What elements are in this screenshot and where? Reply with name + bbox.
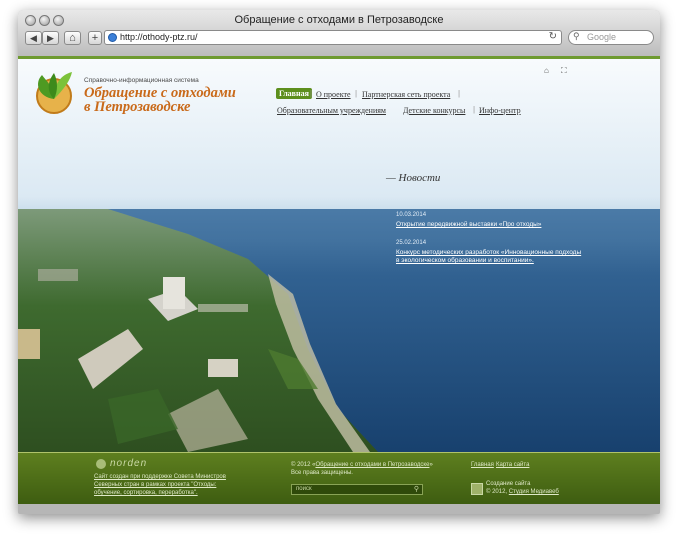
logo-title-line1: Обращение с отходами [84,85,236,101]
browser-search-input[interactable]: ⚲ Google [568,30,654,45]
nav-home[interactable]: Главная [276,88,312,99]
forward-button[interactable]: ▶ [42,31,59,45]
home-icon: ⌂ [69,32,76,44]
globe-icon [108,33,117,42]
logo-subtitle: Справочно-информационная система [84,77,199,84]
nav-separator: | [473,105,476,114]
address-bar[interactable]: http://othody-ptz.ru/ ↻ [104,30,562,45]
site-search-placeholder: поиск [296,486,312,492]
bottom-strip [18,504,660,514]
footer-link-home[interactable]: Главная [471,461,494,469]
nav-about[interactable]: О проекте [316,90,351,99]
nav-separator: | [310,89,313,98]
search-icon[interactable]: ⚲ [414,485,419,493]
logo-title-line2: в Петрозаводске [84,99,191,115]
nav-partners[interactable]: Партнерская сеть проекта [362,90,450,99]
studio-credit: © 2012, Студия Медиавеб [486,488,559,496]
home-button[interactable]: ⌂ [64,31,81,45]
news-link[interactable]: Открытие передвижной выставки «Про отход… [396,221,541,229]
search-icon: ⚲ [573,31,580,41]
rights-text: Все права защищены. [291,470,353,476]
news-link-line1: Конкурс методических разработок «Инновац… [396,249,582,256]
footer-link-sitemap[interactable]: Карта сайта [496,461,529,469]
forward-icon: ▶ [47,33,54,43]
copyright-prefix: © 2012 « [291,462,316,468]
plus-icon: + [91,32,99,44]
support-line1: Сайт создан при поддержке Совета Министр… [94,474,226,480]
news-heading: — Новости [386,172,441,184]
logo-title[interactable]: Обращение с отходами в Петрозаводске [84,85,236,115]
url-text[interactable]: http://othody-ptz.ru/ [120,32,198,42]
copyright-suffix: » [429,462,433,468]
nav-kids[interactable]: Детские конкурсы [403,106,465,115]
studio-credit-label: Создание сайта [486,481,531,487]
copyright: © 2012 «Обращение с отходами в Петрозаво… [291,461,433,469]
page-content: Справочно-информационная система Обращен… [18,59,660,452]
nav-education[interactable]: Образовательным учреждениям [277,106,386,115]
nav-info-center[interactable]: Инфо-центр [479,106,521,115]
home-icon[interactable]: ⌂ [544,66,549,75]
back-icon: ◀ [30,33,37,43]
studio-prefix: © 2012, [486,489,509,495]
news-link[interactable]: Конкурс методических разработок «Инновац… [396,249,581,265]
reload-icon[interactable]: ↻ [549,31,557,42]
back-button[interactable]: ◀ [25,31,42,45]
support-line3: обучение, сортировка, переработка". [94,490,198,496]
nav-separator: | [355,89,358,98]
window-title: Обращение с отходами в Петрозаводске [234,14,444,26]
logo-leaf-icon[interactable] [28,69,80,120]
sitemap-icon[interactable]: ⛶ [561,66,567,76]
title-bar: Обращение с отходами в Петрозаводске ◀ ▶… [18,10,660,57]
norden-logo-icon [96,459,106,469]
site-footer: norden Сайт создан при поддержке Совета … [18,452,660,505]
news-link-line2: в экологическом образовании и воспитании… [396,257,534,264]
support-line2: Северных стран в рамках проекта "Отходы: [94,482,217,488]
browser-search-placeholder: Google [587,32,617,42]
add-bookmark-button[interactable]: + [88,31,102,45]
news-date: 10.03.2014 [396,212,427,218]
site-search-input[interactable]: поиск ⚲ [291,484,423,495]
studio-link[interactable]: Студия Медиавеб [509,489,559,495]
norden-logo[interactable]: norden [110,458,147,469]
nav-separator: | [458,89,461,98]
studio-logo-icon[interactable] [471,483,483,495]
news-date: 25.02.2014 [396,240,427,246]
browser-window: Обращение с отходами в Петрозаводске ◀ ▶… [18,10,660,514]
norden-support-link[interactable]: Сайт создан при поддержке Совета Министр… [94,473,226,497]
copyright-link[interactable]: Обращение с отходами в Петрозаводске [315,462,429,468]
